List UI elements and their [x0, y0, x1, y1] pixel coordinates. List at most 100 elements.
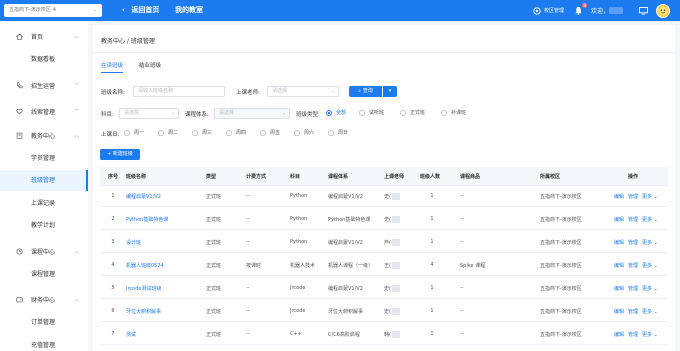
- add-class-button[interactable]: + 新建班级: [100, 149, 140, 160]
- redaction-block: [391, 330, 400, 338]
- sidebar-group-enroll[interactable]: 招生运营 ﹀: [0, 74, 88, 96]
- my-teaching-link[interactable]: 我的教室: [175, 4, 203, 16]
- edit-link[interactable]: 编辑: [614, 216, 624, 223]
- back-home-link[interactable]: ‹ 返回首页: [122, 4, 159, 16]
- cell-no: 3: [108, 232, 118, 252]
- sidebar-item-orders[interactable]: 订单管理: [0, 312, 88, 333]
- header-system: 课程体系: [328, 173, 349, 180]
- class-type-radio-makeup[interactable]: 补课班: [441, 109, 466, 116]
- main-content: 教务中心 / 班级管理 在读班级 结业班级 班级名称: 请输入班级名称 上课老师…: [93, 25, 675, 351]
- cell-count: 4: [420, 255, 444, 275]
- more-link[interactable]: 更多 ⌄: [642, 308, 658, 315]
- sidebar-group-leads[interactable]: 线索管理 ﹀: [0, 100, 88, 122]
- more-link[interactable]: 更多 ⌄: [642, 262, 658, 269]
- sidebar-item-classes[interactable]: 班级管理: [0, 170, 88, 191]
- weekday-text: 周日: [338, 130, 349, 136]
- cell-teacher-text: 韩(: [384, 331, 391, 338]
- cell-type: 正式班: [206, 301, 221, 321]
- sidebar-group-finance[interactable]: 财务中心 ︿: [0, 288, 88, 310]
- sidebar-group-courses[interactable]: 课程中心 ︿: [0, 240, 88, 262]
- weekday-tue[interactable]: 周二: [158, 129, 178, 136]
- cell-campus: 五指商下-演示校区: [540, 324, 582, 344]
- system-select[interactable]: 请选择 ⌄: [214, 108, 290, 119]
- more-link[interactable]: 更多 ⌄: [642, 216, 658, 223]
- cell-billing: --: [246, 232, 250, 252]
- header-no: 序号: [108, 173, 119, 180]
- edit-link[interactable]: 编辑: [614, 262, 624, 269]
- weekday-mon[interactable]: 周一: [124, 129, 144, 136]
- query-button[interactable]: ⌕ 查询: [349, 86, 382, 97]
- manage-link[interactable]: 管理: [628, 239, 638, 246]
- cell-type-text: 正式班: [206, 331, 222, 338]
- manage-link[interactable]: 管理: [628, 193, 638, 200]
- query-dropdown-button[interactable]: ▾: [383, 86, 397, 97]
- radio-dot: [400, 109, 406, 116]
- sidebar-item-recharge[interactable]: 充值管理: [0, 335, 88, 351]
- more-link[interactable]: 更多 ⌄: [642, 193, 658, 200]
- manage-link[interactable]: 管理: [628, 331, 638, 338]
- screen-icon[interactable]: [639, 6, 648, 15]
- sidebar-item-plan[interactable]: 教学计划: [0, 215, 88, 236]
- cell-teacher: 韩(: [384, 324, 400, 344]
- radio-label: 补课班: [451, 110, 467, 116]
- cell-subject: Python: [290, 186, 307, 206]
- school-manage-icon[interactable]: [533, 6, 541, 15]
- sidebar-item-dashboard[interactable]: 数据看板: [0, 49, 88, 70]
- edit-link[interactable]: 编辑: [614, 308, 624, 315]
- weekday-sat[interactable]: 周六: [294, 129, 314, 136]
- manage-link[interactable]: 管理: [628, 285, 638, 292]
- subject-select[interactable]: 请选择 ⌄: [119, 108, 179, 119]
- sidebar-item-courses[interactable]: 课程管理: [0, 264, 88, 285]
- cell-class-name[interactable]: 编程启蒙V1/V2: [126, 186, 161, 206]
- weekday-fri[interactable]: 周五: [260, 129, 280, 136]
- weekday-text: 周六: [304, 130, 315, 136]
- edit-link[interactable]: 编辑: [614, 239, 624, 246]
- weekday-text: 周二: [168, 130, 179, 136]
- more-link[interactable]: 更多 ⌄: [642, 331, 658, 338]
- manage-link[interactable]: 管理: [628, 308, 638, 315]
- cell-class-name[interactable]: Python基础特色课: [126, 209, 168, 229]
- bell-icon[interactable]: 9: [574, 3, 587, 15]
- cell-system: 牙位大俯积解事: [328, 301, 363, 321]
- cell-teacher: 史(: [384, 186, 400, 206]
- teacher-select[interactable]: 请选择 ⌄: [267, 86, 339, 97]
- radio-dot: [124, 129, 130, 136]
- tab-graduated-classes[interactable]: 结业班级: [139, 61, 161, 73]
- cell-class-name-text: 牙位大俯积解事: [126, 308, 162, 315]
- edit-link[interactable]: 编辑: [614, 193, 624, 200]
- class-type-radio-all[interactable]: 全部: [326, 109, 346, 116]
- avatar[interactable]: [656, 3, 670, 18]
- cell-class-name[interactable]: Jrcode测试班级: [126, 278, 161, 298]
- class-name-input[interactable]: 请输入班级名称: [133, 86, 225, 97]
- manage-link[interactable]: 管理: [628, 216, 638, 223]
- header-class-name: 班级名称: [126, 173, 147, 180]
- chevron-up-icon: ︿: [74, 132, 80, 139]
- subject-select-placeholder: 请选择: [124, 110, 140, 116]
- table-row: 7 测试 正式班 -- C++ C/C6高阶启程 韩(1 -- 五指商下-演示校区 编辑 管理 更多 …: [100, 324, 668, 345]
- cell-billing: --: [246, 186, 250, 206]
- weekday-wed[interactable]: 周三: [192, 129, 212, 136]
- cell-billing-text: --: [246, 285, 250, 291]
- weekday-sun[interactable]: 周日: [328, 129, 348, 136]
- sidebar-item-attendance[interactable]: 上课记录: [0, 193, 88, 214]
- radio-label: 试听班: [369, 110, 385, 116]
- cell-class-name[interactable]: 设计班: [126, 232, 141, 252]
- manage-link[interactable]: 管理: [628, 262, 638, 269]
- class-type-radio-formal[interactable]: 正式班: [400, 109, 425, 116]
- class-type-radio-trial[interactable]: 试听班: [359, 109, 384, 116]
- cell-class-name[interactable]: 牙位大俯积解事: [126, 301, 161, 321]
- edit-link[interactable]: 编辑: [614, 285, 624, 292]
- more-link[interactable]: 更多 ⌄: [642, 285, 658, 292]
- school-select[interactable]: 五指商下-演示校区 ※ ⌄: [4, 4, 102, 17]
- edit-link[interactable]: 编辑: [614, 331, 624, 338]
- cell-count: 1: [420, 209, 444, 229]
- cell-class-name[interactable]: 测试: [126, 324, 136, 344]
- sidebar-group-academic[interactable]: 教务中心 ︿: [0, 124, 88, 146]
- sidebar-group-home[interactable]: 首页 ︿: [0, 25, 88, 47]
- sidebar-item-students[interactable]: 学员管理: [0, 148, 88, 169]
- cell-class-name[interactable]: 机器人班级0524: [126, 255, 164, 275]
- weekday-thu[interactable]: 周四: [226, 129, 246, 136]
- school-manage-link[interactable]: 校区管理: [544, 7, 564, 14]
- more-link[interactable]: 更多 ⌄: [642, 239, 658, 246]
- tab-active-classes[interactable]: 在读班级: [101, 61, 124, 73]
